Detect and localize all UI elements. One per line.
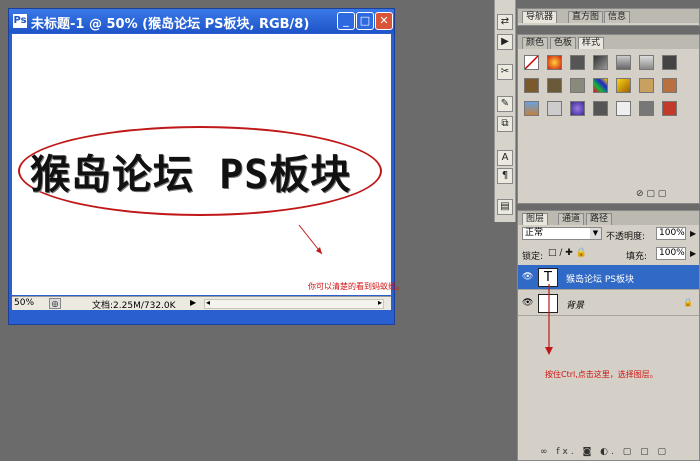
- annotation-arrows: [298, 224, 553, 355]
